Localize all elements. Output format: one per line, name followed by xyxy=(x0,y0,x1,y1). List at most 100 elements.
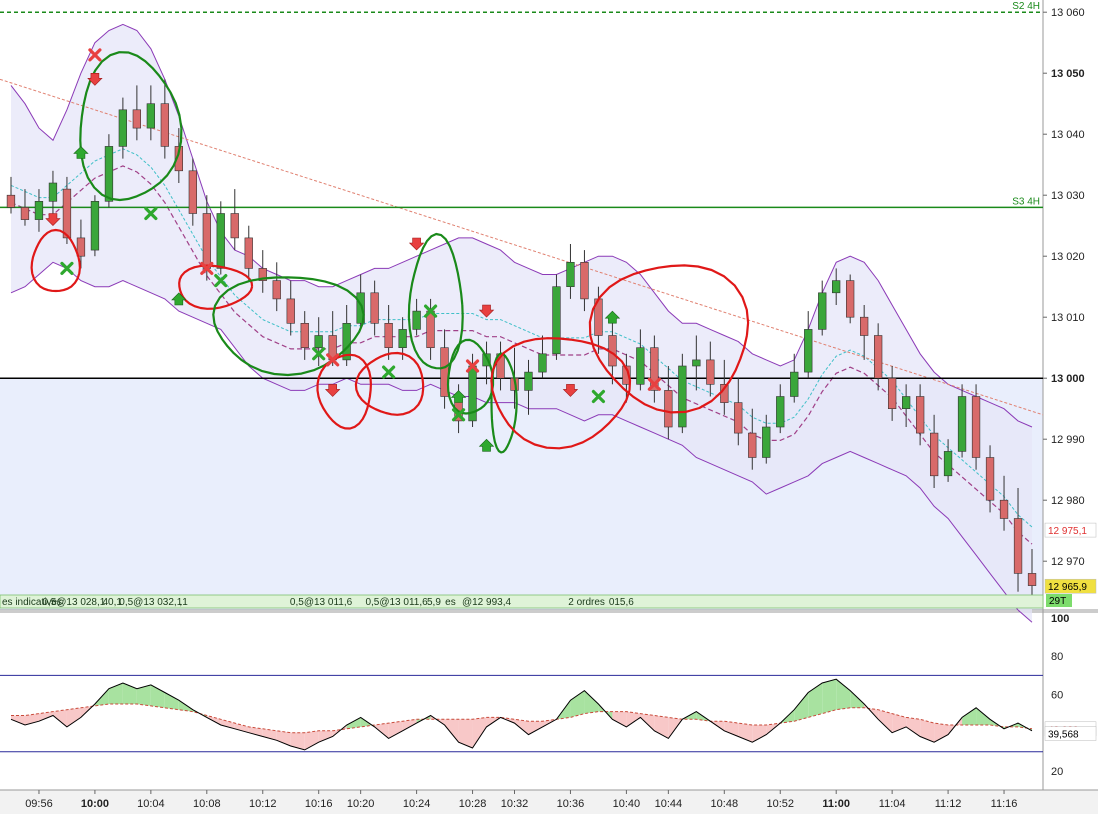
candle-body xyxy=(244,237,253,269)
candle-body xyxy=(6,194,16,208)
price-tick-label: 13 030 xyxy=(1051,190,1085,202)
candle-body xyxy=(678,365,687,428)
price-tick-label: 13 020 xyxy=(1051,251,1085,263)
candle-body xyxy=(762,426,771,458)
level-label: S2 4H xyxy=(1012,1,1040,12)
candle-body xyxy=(426,310,435,349)
osc-badge: 39,568 xyxy=(1048,729,1079,740)
candle-body xyxy=(62,188,72,239)
candle-body xyxy=(859,316,869,336)
time-tick-label: 10:48 xyxy=(711,798,739,810)
osc-fill xyxy=(724,721,739,737)
chart-canvas: S2 4HS3 4H es indicatives0,5@13 028,140,… xyxy=(0,0,1098,814)
time-tick-label: 10:40 xyxy=(613,798,641,810)
osc-fill xyxy=(66,707,81,727)
candle-body xyxy=(20,207,30,220)
osc-fill xyxy=(458,719,473,748)
candle-body xyxy=(818,292,827,330)
order-label: @12 993,4 xyxy=(462,597,512,608)
order-label: 0,5@13 011,6 xyxy=(290,597,353,608)
time-tick-label: 11:16 xyxy=(991,798,1018,810)
osc-fill xyxy=(822,679,837,714)
candle-body xyxy=(636,347,645,385)
price-tick-label: 13 050 xyxy=(1051,68,1085,80)
candle-body xyxy=(160,103,169,147)
price-tick-label: 12 990 xyxy=(1051,434,1085,446)
price-tick-label: 13 000 xyxy=(1051,373,1085,385)
time-tick-label: 11:00 xyxy=(822,798,850,810)
osc-fill xyxy=(290,732,305,750)
candle-body xyxy=(776,396,785,428)
osc-fill xyxy=(318,730,333,743)
price-badge: 12 975,1 xyxy=(1048,526,1087,537)
time-tick-label: 11:12 xyxy=(935,798,962,810)
time-tick-label: 11:04 xyxy=(879,798,906,810)
time-tick-label: 10:16 xyxy=(305,798,333,810)
candle-body xyxy=(985,457,995,501)
order-label: ,1 xyxy=(179,597,188,608)
price-tick-label: 13 010 xyxy=(1051,312,1085,324)
osc-fill xyxy=(472,717,487,748)
osc-fill xyxy=(836,679,851,710)
candle-body xyxy=(370,292,379,324)
time-tick-label: 10:12 xyxy=(249,798,277,810)
candle-body xyxy=(580,261,589,300)
osc-fill xyxy=(402,719,417,731)
time-axis-bg xyxy=(0,790,1098,814)
order-label: 015,6 xyxy=(609,597,634,608)
order-label: 0,5@13 032,1 xyxy=(119,597,182,608)
price-tick-label: 13 060 xyxy=(1051,7,1085,19)
candle-body xyxy=(552,286,561,355)
order-label: 5,9 xyxy=(427,597,441,608)
osc-fill xyxy=(444,719,459,743)
osc-fill xyxy=(52,709,67,727)
candle-body xyxy=(300,322,309,348)
osc-fill xyxy=(976,707,991,726)
candle-body xyxy=(915,396,925,434)
time-tick-label: 09:56 xyxy=(25,798,53,810)
candle-body xyxy=(748,432,757,458)
price-tick-label: 12 980 xyxy=(1051,495,1085,507)
order-label: 0,5@13 011,6 xyxy=(365,597,428,608)
price-tick-label: 13 040 xyxy=(1051,129,1085,141)
time-tick-label: 10:20 xyxy=(347,798,375,810)
candle-body xyxy=(873,335,883,379)
candle-body xyxy=(90,201,100,251)
candle-body xyxy=(957,396,967,452)
candle-body xyxy=(999,499,1009,519)
order-label: 2 ordres xyxy=(568,597,605,608)
candle-body xyxy=(230,213,239,239)
candle-body xyxy=(34,201,44,220)
time-tick-label: 10:04 xyxy=(137,798,165,810)
candle-body xyxy=(398,329,407,348)
osc-fill xyxy=(276,730,291,747)
candle-body xyxy=(943,451,953,477)
order-label: es xyxy=(445,597,456,608)
candle-body xyxy=(48,182,58,202)
candle-body xyxy=(188,170,197,214)
candle-body xyxy=(887,377,897,410)
candle-body xyxy=(384,322,393,348)
osc-tick-label: 100 xyxy=(1051,613,1069,625)
time-tick-label: 10:08 xyxy=(193,798,221,810)
candle-body xyxy=(286,298,295,324)
candle-body xyxy=(692,359,701,367)
candle-body xyxy=(104,146,114,202)
candle-body xyxy=(706,359,715,385)
candle-body xyxy=(664,390,673,428)
candle-body xyxy=(566,261,575,287)
count-badge: 29T xyxy=(1049,596,1066,607)
candle-body xyxy=(412,310,421,330)
osc-fill xyxy=(612,711,627,727)
price-badge: 12 965,9 xyxy=(1048,582,1087,593)
candle-body xyxy=(314,335,323,348)
candle-body xyxy=(971,396,981,458)
osc-tick-label: 20 xyxy=(1051,766,1063,778)
time-tick-label: 10:24 xyxy=(403,798,431,810)
candle-body xyxy=(790,371,799,397)
osc-fill xyxy=(164,692,179,710)
candle-body xyxy=(132,109,141,129)
candle-body xyxy=(831,280,841,294)
trading-chart: S2 4H S3 4H es indicatives 0,5@13 028,1 40,… xyxy=(0,0,1098,814)
candle-body xyxy=(202,213,211,269)
